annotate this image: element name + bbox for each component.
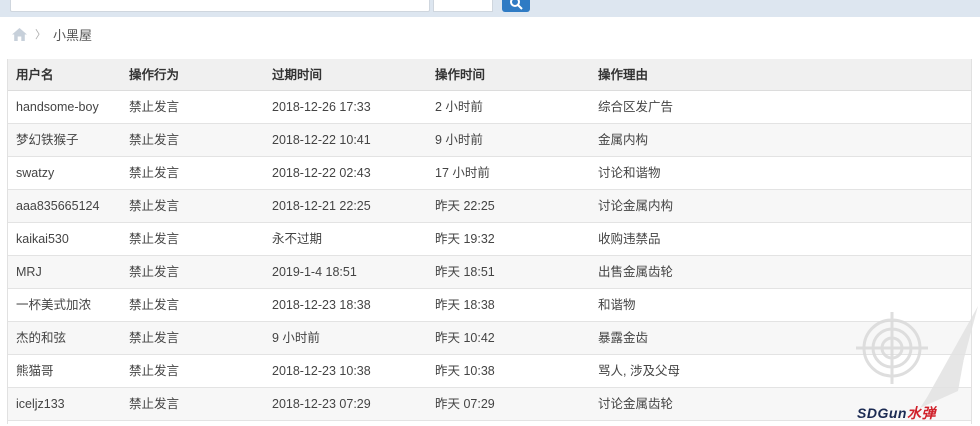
watermark-text: SDGun水弹: [857, 403, 936, 423]
cell-operate-time: 9 小时前: [435, 133, 483, 147]
cell-action: 禁止发言: [129, 100, 180, 114]
cell-operate-time: 昨天 18:51: [435, 265, 495, 279]
header-operate-time: 操作时间: [435, 68, 486, 82]
cell-operate-time: 昨天 18:38: [435, 298, 495, 312]
cell-action: 禁止发言: [129, 199, 180, 213]
cell-username[interactable]: 一杯美式加浓: [16, 289, 91, 322]
cell-expire-time: 永不过期: [272, 232, 323, 246]
search-input[interactable]: [10, 0, 430, 12]
cell-expire-time: 2018-12-22 02:43: [272, 166, 371, 180]
cell-expire-time: 2018-12-23 18:38: [272, 298, 371, 312]
table-row: swatzy 禁止发言 2018-12-22 02:43 17 小时前 讨论和谐…: [8, 157, 971, 190]
cell-action: 禁止发言: [129, 397, 180, 411]
ban-list-table: 用户名 操作行为 过期时间 操作时间 操作理由 handsome-boy 禁止发…: [7, 59, 972, 424]
header-action: 操作行为: [129, 68, 180, 82]
cell-operate-time: 昨天 10:42: [435, 331, 495, 345]
breadcrumb: 〉 小黑屋: [12, 26, 93, 43]
cell-username[interactable]: handsome-boy: [16, 91, 99, 124]
cell-action: 禁止发言: [129, 298, 180, 312]
cell-action: 禁止发言: [129, 166, 180, 180]
cell-username[interactable]: 杰的和弦: [16, 322, 66, 355]
table-row: 熊猫哥 禁止发言 2018-12-23 10:38 昨天 10:38 骂人, 涉…: [8, 355, 971, 388]
cell-operate-time: 昨天 07:29: [435, 397, 495, 411]
watermark-brand: SDGun: [857, 405, 907, 421]
breadcrumb-current: 小黑屋: [53, 27, 93, 43]
cell-action: 禁止发言: [129, 265, 180, 279]
header-username: 用户名: [16, 68, 54, 82]
cell-reason: 暴露金齿: [598, 331, 649, 345]
table-row: 一杯美式加浓 禁止发言 2018-12-23 18:38 昨天 18:38 和谐…: [8, 289, 971, 322]
cell-reason: 综合区发广告: [598, 100, 674, 114]
table-row: MRJ 禁止发言 2019-1-4 18:51 昨天 18:51 出售金属齿轮: [8, 256, 971, 289]
cell-action: 禁止发言: [129, 133, 180, 147]
cell-action: 禁止发言: [129, 331, 180, 345]
table-row: aaa835665124 禁止发言 2018-12-21 22:25 昨天 22…: [8, 190, 971, 223]
cell-expire-time: 2018-12-23 10:38: [272, 364, 371, 378]
cell-action: 禁止发言: [129, 232, 180, 246]
cell-operate-time: 昨天 10:38: [435, 364, 495, 378]
cell-expire-time: 2018-12-23 07:29: [272, 397, 371, 411]
search-type-select[interactable]: [433, 0, 493, 12]
cell-username[interactable]: 熊猫哥: [16, 355, 54, 388]
table-row: kaikai530 禁止发言 永不过期 昨天 19:32 收购违禁品: [8, 223, 971, 256]
cell-username[interactable]: iceljz133: [16, 388, 65, 421]
cell-expire-time: 2018-12-22 10:41: [272, 133, 371, 147]
header-reason: 操作理由: [598, 68, 649, 82]
table-row: 杰的和弦 禁止发言 9 小时前 昨天 10:42 暴露金齿: [8, 322, 971, 355]
chevron-right-icon: 〉: [35, 29, 46, 41]
cell-username[interactable]: swatzy: [16, 157, 54, 190]
table-row: handsome-boy 禁止发言 2018-12-26 17:33 2 小时前…: [8, 91, 971, 124]
watermark-brand-suffix: 水弹: [906, 405, 936, 421]
cell-reason: 讨论和谐物: [598, 166, 661, 180]
cell-reason: 金属内构: [598, 133, 649, 147]
cell-expire-time: 2019-1-4 18:51: [272, 265, 357, 279]
cell-reason: 讨论金属内构: [598, 199, 674, 213]
cell-expire-time: 2018-12-21 22:25: [272, 199, 371, 213]
cell-username[interactable]: aaa835665124: [16, 190, 99, 223]
cell-operate-time: 2 小时前: [435, 100, 483, 114]
table-header: 用户名 操作行为 过期时间 操作时间 操作理由: [8, 59, 971, 91]
cell-reason: 出售金属齿轮: [598, 265, 674, 279]
cell-username[interactable]: 梦幻铁猴子: [16, 124, 79, 157]
search-icon: [510, 0, 523, 10]
cell-expire-time: 9 小时前: [272, 331, 320, 345]
cell-operate-time: 昨天 19:32: [435, 232, 495, 246]
cell-reason: 和谐物: [598, 298, 636, 312]
cell-operate-time: 昨天 22:25: [435, 199, 495, 213]
cell-username[interactable]: kaikai530: [16, 223, 69, 256]
table-row: 梦幻铁猴子 禁止发言 2018-12-22 10:41 9 小时前 金属内构: [8, 124, 971, 157]
cell-username[interactable]: MRJ: [16, 256, 42, 289]
cell-reason: 讨论金属齿轮: [598, 397, 674, 411]
top-search-bar: [0, 0, 980, 17]
header-expire-time: 过期时间: [272, 68, 323, 82]
cell-action: 禁止发言: [129, 364, 180, 378]
search-button[interactable]: [502, 0, 530, 12]
cell-expire-time: 2018-12-26 17:33: [272, 100, 371, 114]
table-row: iceljz133 禁止发言 2018-12-23 07:29 昨天 07:29…: [8, 388, 971, 421]
home-icon[interactable]: [12, 27, 27, 41]
cell-reason: 骂人, 涉及父母: [598, 364, 680, 378]
cell-reason: 收购违禁品: [598, 232, 661, 246]
cell-operate-time: 17 小时前: [435, 166, 490, 180]
